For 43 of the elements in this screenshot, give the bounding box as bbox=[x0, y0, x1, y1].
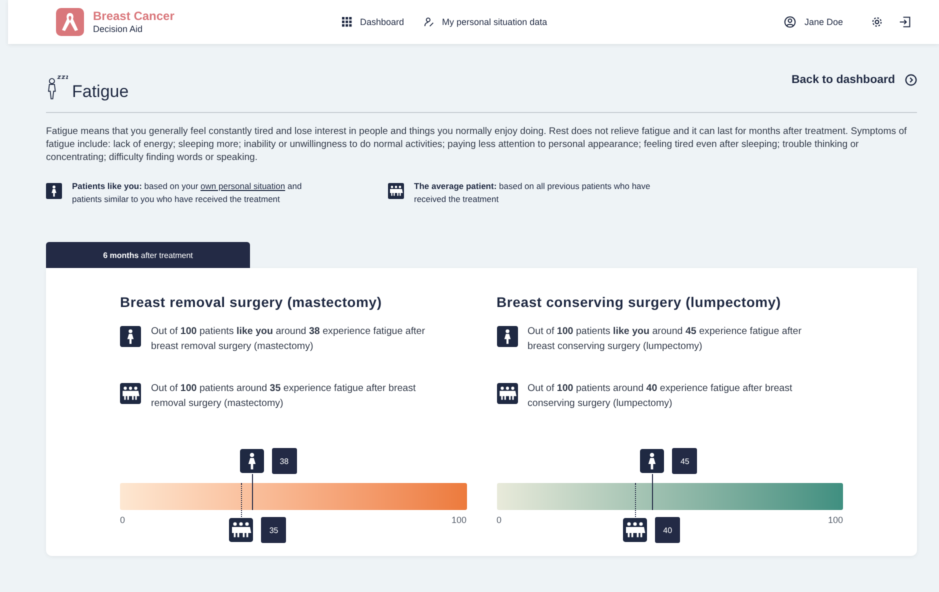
scale-max: 100 bbox=[451, 515, 466, 525]
group-icon bbox=[120, 381, 141, 406]
scale-max: 100 bbox=[828, 515, 843, 525]
group-marker-icon bbox=[229, 517, 254, 543]
option-title: Breast conserving surgery (lumpectomy) bbox=[496, 294, 782, 310]
personal-situation-link[interactable]: own personal situation bbox=[200, 181, 286, 191]
settings-icon[interactable] bbox=[871, 16, 883, 28]
description-text: Fatigue means that you generally feel constantly tired and lose interest in people and things you normally enjoy doing. Rest does not relieve fatigue and it can last for months after treatment. Symptoms of fatigue include: lack of energy; sleeping more; inability or unwillingness to do normal activities; paying less attention to personal appearance; feeling tired even after sleeping; trouble thinking or concentrating; difficulty finding words or speaking. bbox=[46, 125, 908, 164]
nav-link[interactable]: Dashboard bbox=[342, 17, 404, 27]
logout-icon[interactable] bbox=[899, 16, 911, 28]
person-icon bbox=[496, 324, 518, 349]
stat-text: Out of 100 patients around 40 experience fatigue after breast conserving surgery (lumpectomy) bbox=[528, 382, 794, 411]
back-link[interactable]: Back to dashboard bbox=[791, 74, 917, 86]
option-title: Breast removal surgery (mastectomy) bbox=[120, 294, 383, 310]
person-marker-icon bbox=[640, 448, 664, 474]
nav-link[interactable]: My personal situation data bbox=[424, 17, 548, 27]
value-label: 40 bbox=[655, 517, 680, 543]
person-marker-icon bbox=[240, 448, 264, 474]
value-label: 35 bbox=[261, 517, 286, 543]
user-circle-icon bbox=[784, 16, 796, 28]
stat-text: Out of 100 patients like you around 38 experience fatigue after breast removal surgery (mastectomy) bbox=[151, 325, 426, 354]
grid-icon bbox=[342, 17, 352, 27]
person-edit-icon bbox=[424, 17, 434, 27]
value-label: 45 bbox=[672, 448, 698, 474]
group-icon bbox=[388, 182, 404, 200]
user-menu[interactable]: Jane Doe bbox=[784, 16, 843, 28]
arrow-circle-icon bbox=[905, 74, 917, 86]
stat-text: Out of 100 patients around 35 experience fatigue after breast removal surgery (mastectomy) bbox=[151, 382, 417, 411]
ribbon-logo-icon bbox=[56, 8, 84, 36]
app-title: Breast Cancer bbox=[93, 10, 174, 24]
scale-min: 0 bbox=[496, 515, 502, 525]
scale-min: 0 bbox=[120, 515, 126, 525]
page-title: Fatigue bbox=[72, 82, 129, 102]
group-marker-icon bbox=[623, 517, 648, 543]
legend-text: Patients like you: based on your own personal situation and patients similar to you who have received the treatment bbox=[72, 180, 303, 206]
period-tab[interactable]: 6 months after treatment bbox=[46, 242, 250, 268]
stat-text: Out of 100 patients like you around 45 experience fatigue after breast conserving surgery (lumpectomy) bbox=[528, 325, 802, 354]
legend-text: The average patient: based on all previous patients who have received the treatment bbox=[414, 180, 652, 206]
app-subtitle: Decision Aid bbox=[93, 24, 144, 34]
value-label: 38 bbox=[272, 448, 297, 474]
person-icon bbox=[46, 182, 62, 200]
group-icon bbox=[496, 381, 518, 406]
person-icon bbox=[120, 324, 141, 349]
